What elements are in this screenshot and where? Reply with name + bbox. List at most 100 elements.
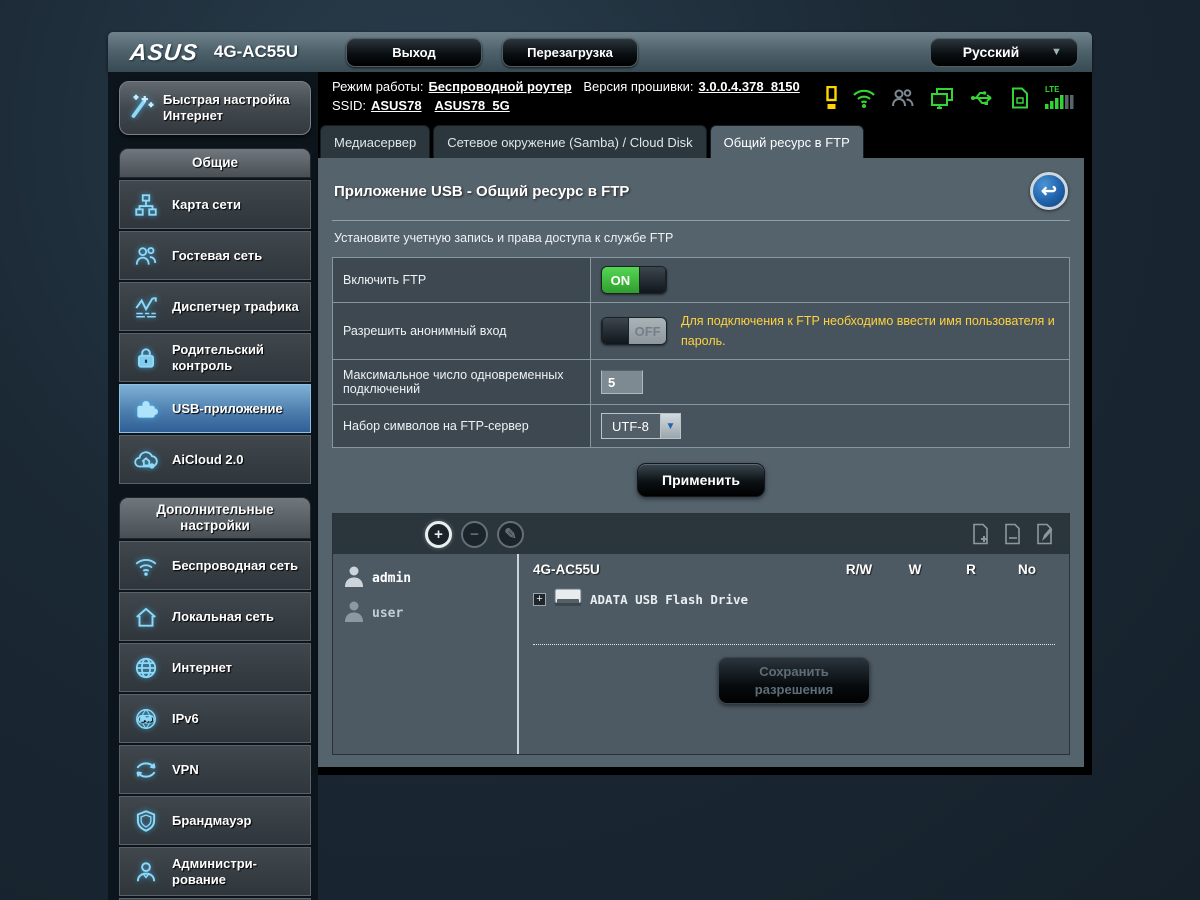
sidebar-item-parental-control[interactable]: Родительский контроль <box>119 333 311 382</box>
sidebar-item-firewall[interactable]: Брандмауэр <box>119 796 311 845</box>
sidebar-item-label: AiCloud 2.0 <box>172 451 244 467</box>
sidebar-item-vpn[interactable]: VPN <box>119 745 311 794</box>
top-header: ASUS 4G-AC55U Выход Перезагрузка Русский… <box>108 32 1092 72</box>
usb-icon[interactable] <box>968 86 996 110</box>
table-row: Максимальное число одновременных подключ… <box>332 359 1070 405</box>
usb-drive-label[interactable]: ADATA USB Flash Drive <box>590 592 748 607</box>
add-folder-icon[interactable] <box>971 522 991 546</box>
wifi-status-icon[interactable] <box>851 86 877 110</box>
save-permissions-label-line1: Сохранить <box>759 664 829 679</box>
tab-samba-cloud-disk[interactable]: Сетевое окружение (Samba) / Cloud Disk <box>433 125 707 158</box>
logout-button[interactable]: Выход <box>346 37 482 67</box>
sim-card-icon[interactable] <box>1009 86 1031 110</box>
user-row-user[interactable]: user <box>339 597 511 630</box>
tree-row-usb-drive: + ADATA USB Flash Drive <box>533 585 1055 614</box>
user-row-admin[interactable]: admin <box>339 562 511 595</box>
firmware-version-link[interactable]: 3.0.0.4.378_8150 <box>699 79 800 94</box>
user-list: admin user <box>333 554 519 754</box>
admin-person-icon <box>120 859 172 885</box>
asus-logo: ASUS <box>128 38 200 65</box>
sidebar-item-wireless[interactable]: Беспроводная сеть <box>119 541 311 590</box>
toggle-off-label: OFF <box>629 318 666 344</box>
shield-icon <box>120 808 172 834</box>
sidebar-item-ipv6[interactable]: IPv6 IPv6 <box>119 694 311 743</box>
toggle-on-label: ON <box>602 267 639 293</box>
cloud-home-icon <box>120 447 172 473</box>
back-button[interactable]: ↩ <box>1030 172 1068 210</box>
svg-text:LTE: LTE <box>1045 85 1060 94</box>
operation-mode-label: Режим работы: <box>332 79 424 94</box>
apply-button[interactable]: Применить <box>637 463 765 497</box>
enable-ftp-toggle[interactable]: ON <box>601 266 667 294</box>
perm-header-r: R <box>966 562 976 577</box>
perm-header-rw: R/W <box>845 562 873 577</box>
ssid-label: SSID: <box>332 98 366 113</box>
sidebar-item-label: Брандмауэр <box>172 812 252 828</box>
svg-text:IPv6: IPv6 <box>140 717 151 723</box>
charset-select[interactable]: UTF-8 ▼ <box>601 413 681 439</box>
sidebar-item-aicloud[interactable]: AiCloud 2.0 <box>119 435 311 484</box>
delete-account-button[interactable]: − <box>461 520 488 548</box>
sidebar-item-label: Локальная сеть <box>172 608 274 624</box>
ssid-5g-link[interactable]: ASUS78_5G <box>435 98 510 113</box>
accounts-toolbar: + − ✎ <box>333 514 1069 554</box>
group-header-advanced: Дополнительные настройки <box>119 497 311 539</box>
sidebar-item-label: IPv6 <box>172 710 199 726</box>
info-bar: Режим работы: Беспроводной роутер Версия … <box>318 72 1084 121</box>
user-avatar-icon <box>343 599 365 628</box>
lock-icon <box>120 345 172 371</box>
perm-header-w: W <box>908 562 922 577</box>
warning-icon[interactable] <box>825 86 838 110</box>
max-connections-input[interactable] <box>601 370 643 394</box>
sidebar-item-traffic-manager[interactable]: Диспетчер трафика <box>119 282 311 331</box>
network-clients-icon[interactable] <box>929 86 955 110</box>
chevron-down-icon: ▼ <box>660 414 680 438</box>
sidebar-item-quick-setup[interactable]: Быстрая настройка Интернет <box>119 81 311 135</box>
save-permissions-label-line2: разрешения <box>754 681 834 697</box>
sidebar-item-lan[interactable]: Локальная сеть <box>119 592 311 641</box>
sidebar-item-network-map[interactable]: Карта сети <box>119 180 311 229</box>
tab-bar: Медиасервер Сетевое окружение (Samba) / … <box>318 125 1084 158</box>
enable-ftp-label: Включить FTP <box>332 257 591 303</box>
sidebar-item-label: Администри- рование <box>172 855 257 887</box>
sidebar-item-label: Беспроводная сеть <box>172 557 299 573</box>
sidebar-item-label: Диспетчер трафика <box>172 298 299 314</box>
globe-icon <box>120 655 172 681</box>
tab-media-server[interactable]: Медиасервер <box>320 125 431 158</box>
save-permissions-button[interactable]: Сохранить разрешения <box>718 657 870 705</box>
toggle-knob <box>602 318 630 344</box>
tree-expand-button[interactable]: + <box>533 593 546 606</box>
tab-ftp-share[interactable]: Общий ресурс в FTP <box>709 125 864 158</box>
model-name: 4G-AC55U <box>213 42 298 61</box>
table-row: Набор символов на FTP-сервер UTF-8 ▼ <box>332 404 1070 448</box>
clients-icon[interactable] <box>890 86 916 110</box>
table-row: Включить FTP ON <box>332 257 1070 303</box>
toggle-knob <box>638 267 666 293</box>
anonymous-login-toggle[interactable]: OFF <box>601 317 667 345</box>
lte-signal-icon[interactable]: LTE <box>1044 84 1074 110</box>
anonymous-login-note: Для подключения к FTP необходимо ввести … <box>681 314 1055 348</box>
reboot-button[interactable]: Перезагрузка <box>502 37 638 67</box>
language-select[interactable]: Русский ▼ <box>930 37 1078 67</box>
user-avatar-icon <box>343 564 365 593</box>
accounts-panel: + − ✎ admin user 4G-AC55U R/W W R No + A… <box>332 513 1070 755</box>
sidebar-item-label: Карта сети <box>172 196 241 212</box>
edit-file-icon[interactable] <box>1035 522 1055 546</box>
ssid-24g-link[interactable]: ASUS78 <box>371 98 422 113</box>
back-arrow-icon: ↩ <box>1041 180 1057 202</box>
add-account-button[interactable]: + <box>425 520 452 548</box>
sidebar-item-usb-application[interactable]: USB-приложение <box>119 384 311 433</box>
sidebar-item-guest-network[interactable]: Гостевая сеть <box>119 231 311 280</box>
edit-account-button[interactable]: ✎ <box>497 520 524 548</box>
firmware-label: Версия прошивки: <box>583 79 694 94</box>
file-icon[interactable] <box>1003 522 1023 546</box>
sidebar-item-label: Интернет <box>172 659 233 675</box>
sidebar-item-wan[interactable]: Интернет <box>119 643 311 692</box>
operation-mode-link[interactable]: Беспроводной роутер <box>428 79 571 94</box>
device-name: 4G-AC55U <box>533 562 600 577</box>
sidebar-group-advanced: Дополнительные настройки Беспроводная се… <box>119 497 311 900</box>
sidebar-item-administration[interactable]: Администри- рование <box>119 847 311 896</box>
router-admin-app: ASUS 4G-AC55U Выход Перезагрузка Русский… <box>108 32 1092 900</box>
sidebar-group-general: Общие Карта сети Гостевая сеть Диспетчер… <box>119 148 311 484</box>
page-description: Установите учетную запись и права доступ… <box>334 231 674 245</box>
